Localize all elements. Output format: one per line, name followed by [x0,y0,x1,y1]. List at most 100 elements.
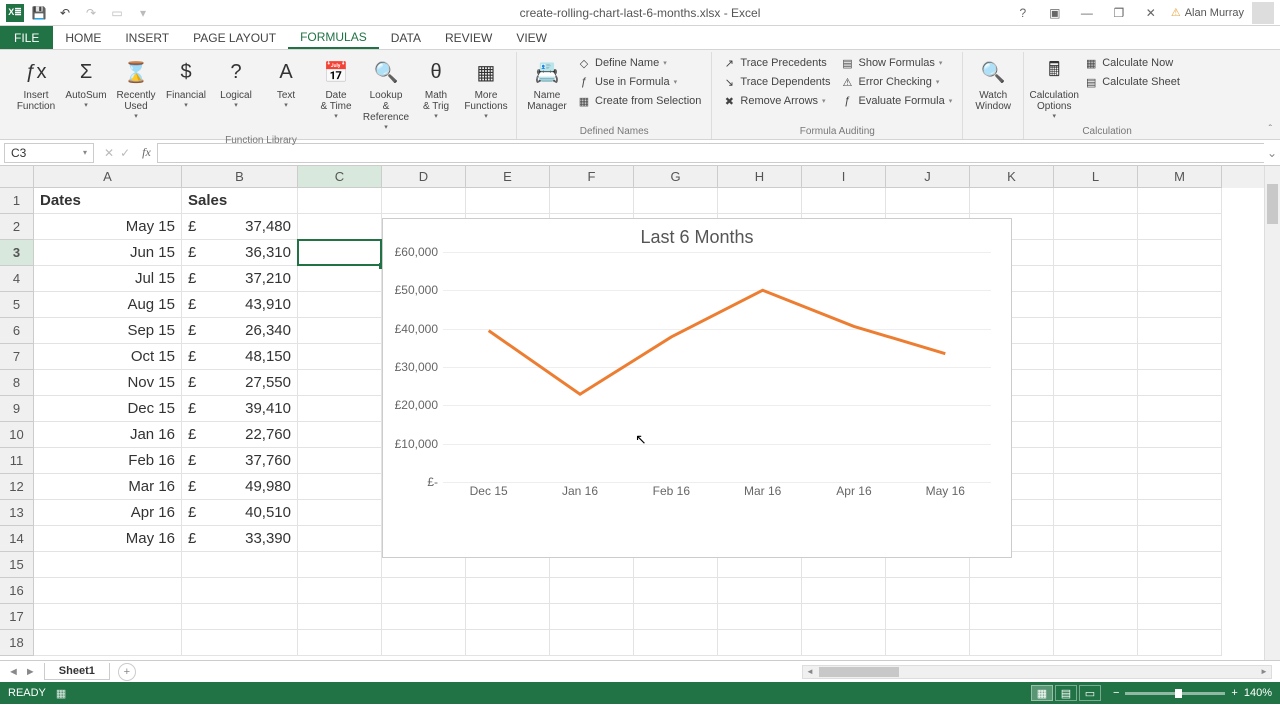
page-break-view-button[interactable]: ▭ [1079,685,1101,701]
cell[interactable] [34,604,182,630]
sheet-tab[interactable]: Sheet1 [44,663,110,680]
cell[interactable]: £40,510 [182,500,298,526]
cell[interactable] [886,188,970,214]
worksheet-grid[interactable]: ABCDEFGHIJKLM 12345678910111213141516171… [0,166,1280,660]
zoom-in-button[interactable]: + [1231,687,1237,699]
column-header[interactable]: F [550,166,634,188]
row-header[interactable]: 12 [0,474,34,500]
column-header[interactable]: A [34,166,182,188]
cell[interactable] [298,578,382,604]
minimize-icon[interactable]: — [1075,2,1099,24]
row-header[interactable]: 8 [0,370,34,396]
select-all-button[interactable] [0,166,34,188]
cell[interactable] [1054,396,1138,422]
remove-arrows-button[interactable]: ✖Remove Arrows ▾ [718,92,834,110]
row-header[interactable]: 14 [0,526,34,552]
column-header[interactable]: C [298,166,382,188]
restore-icon[interactable]: ❐ [1107,2,1131,24]
calculation-options-button[interactable]: 🖩Calculation Options▾ [1030,54,1078,122]
zoom-slider[interactable] [1125,692,1225,695]
avatar[interactable] [1252,2,1274,24]
cell[interactable] [298,188,382,214]
cell[interactable] [550,578,634,604]
cell[interactable] [1054,344,1138,370]
cell[interactable] [1054,474,1138,500]
row-header[interactable]: 5 [0,292,34,318]
cell[interactable] [718,578,802,604]
error-checking-button[interactable]: ⚠Error Checking ▾ [836,73,956,91]
expand-formula-bar-icon[interactable]: ⌄ [1264,146,1280,160]
row-header[interactable]: 1 [0,188,34,214]
cell[interactable]: £37,210 [182,266,298,292]
cell[interactable]: £37,480 [182,214,298,240]
cell[interactable] [1138,318,1222,344]
logical-button[interactable]: ?Logical▾ [212,54,260,111]
chart-object[interactable]: Last 6 Months £-£10,000£20,000£30,000£40… [382,218,1012,558]
cell[interactable] [1138,344,1222,370]
cell[interactable] [1054,448,1138,474]
zoom-out-button[interactable]: − [1113,687,1119,699]
cell[interactable] [182,630,298,656]
cell[interactable]: £37,760 [182,448,298,474]
cell[interactable] [298,630,382,656]
row-header[interactable]: 3 [0,240,34,266]
cell[interactable]: Nov 15 [34,370,182,396]
file-tab[interactable]: FILE [0,26,53,49]
cell[interactable] [1138,474,1222,500]
cell[interactable]: Sales [182,188,298,214]
row-header[interactable]: 17 [0,604,34,630]
cell[interactable] [550,630,634,656]
insert-function-button[interactable]: ƒxInsertFunction [12,54,60,114]
evaluate-formula-button[interactable]: ƒEvaluate Formula ▾ [836,92,956,110]
cell[interactable] [1138,578,1222,604]
cell[interactable] [1054,240,1138,266]
column-header[interactable]: B [182,166,298,188]
cell[interactable] [886,578,970,604]
name-manager-button[interactable]: 📇Name Manager [523,54,571,114]
close-icon[interactable]: ✕ [1139,2,1163,24]
cell[interactable]: Jan 16 [34,422,182,448]
row-header[interactable]: 6 [0,318,34,344]
cell[interactable]: £27,550 [182,370,298,396]
cell[interactable] [466,630,550,656]
tab-insert[interactable]: INSERT [113,26,181,49]
cell[interactable] [182,552,298,578]
touch-mode-icon[interactable]: ▭ [106,2,128,24]
cell[interactable]: Sep 15 [34,318,182,344]
recently-used-button[interactable]: ⌛RecentlyUsed▾ [112,54,160,122]
trace-dependents-button[interactable]: ↘Trace Dependents [718,73,834,91]
cell[interactable] [298,448,382,474]
cell[interactable] [1138,240,1222,266]
column-header[interactable]: L [1054,166,1138,188]
row-header[interactable]: 16 [0,578,34,604]
account-name[interactable]: ⚠Alan Murray [1171,6,1244,19]
trace-precedents-button[interactable]: ↗Trace Precedents [718,54,834,72]
sheet-nav-next-icon[interactable]: ► [25,666,36,678]
more-functions-button[interactable]: ▦MoreFunctions▾ [462,54,510,122]
cell[interactable] [970,630,1054,656]
tab-page-layout[interactable]: PAGE LAYOUT [181,26,288,49]
cell[interactable] [1138,604,1222,630]
cell[interactable] [634,630,718,656]
cell[interactable] [634,604,718,630]
cell[interactable] [550,188,634,214]
cell[interactable] [550,604,634,630]
define-name-button[interactable]: ◇Define Name ▾ [573,54,705,72]
column-header[interactable]: I [802,166,886,188]
cell[interactable] [1054,630,1138,656]
cell[interactable] [1138,552,1222,578]
cell[interactable] [802,604,886,630]
cell[interactable] [886,630,970,656]
tab-formulas[interactable]: FORMULAS [288,26,379,49]
cell[interactable] [1138,422,1222,448]
macro-record-icon[interactable]: ▦ [56,687,66,700]
ribbon-options-icon[interactable]: ▣ [1043,2,1067,24]
row-header[interactable]: 7 [0,344,34,370]
cell[interactable]: £39,410 [182,396,298,422]
cell[interactable] [1054,266,1138,292]
cell[interactable] [1138,370,1222,396]
cell[interactable] [970,604,1054,630]
cell[interactable]: Mar 16 [34,474,182,500]
cell[interactable] [970,188,1054,214]
page-layout-view-button[interactable]: ▤ [1055,685,1077,701]
